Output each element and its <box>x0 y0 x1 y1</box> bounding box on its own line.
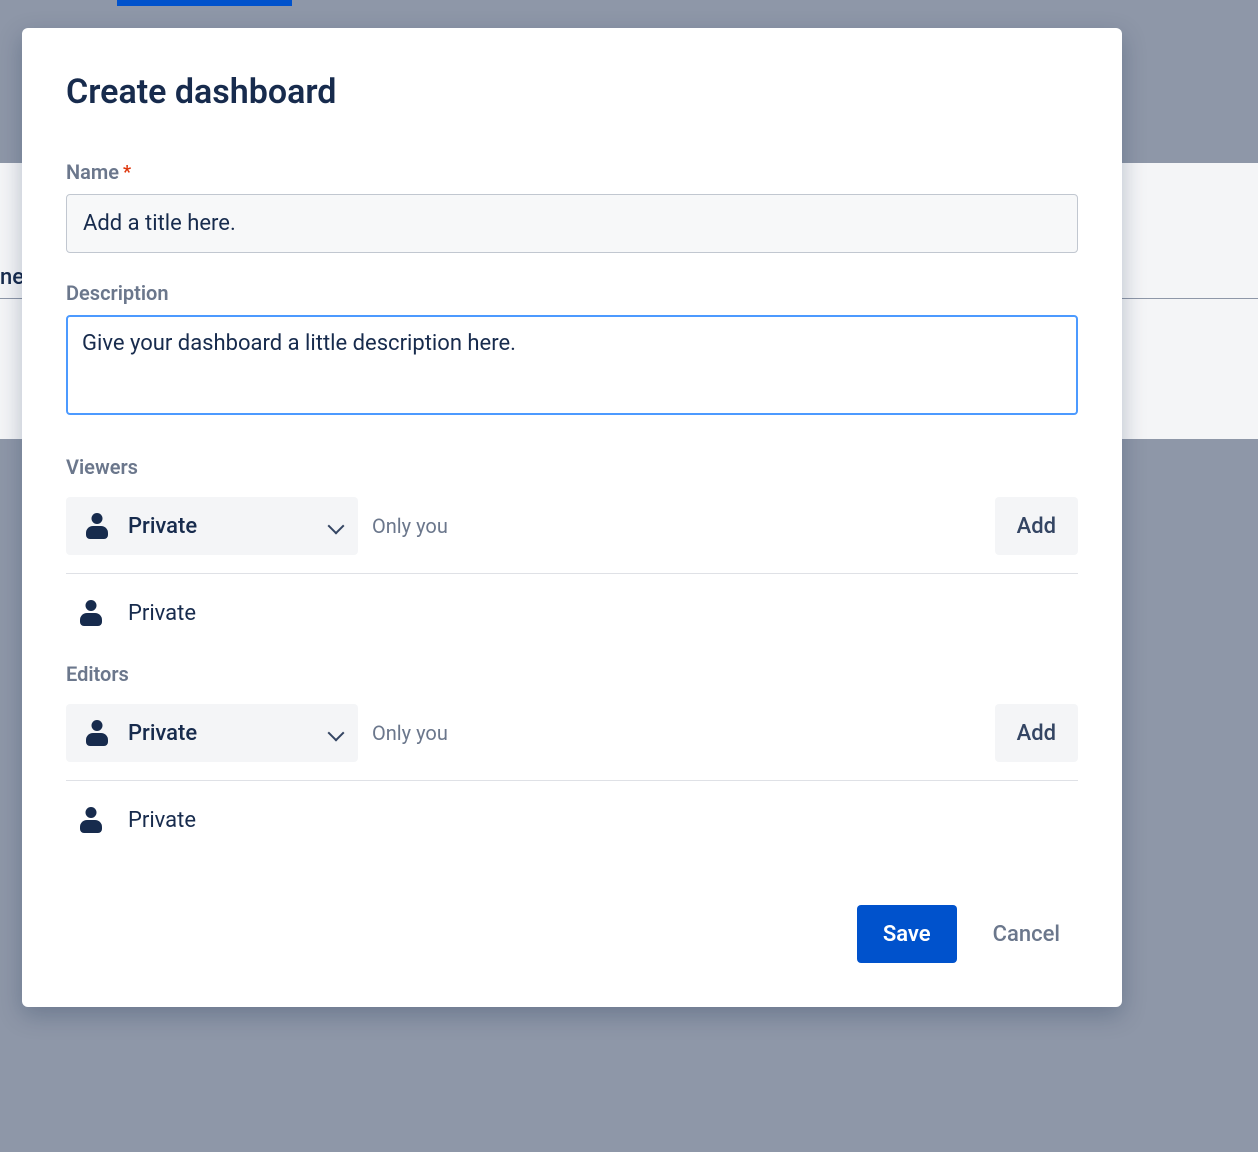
person-icon <box>86 513 108 539</box>
person-icon <box>80 807 102 833</box>
description-input[interactable]: Give your dashboard a little description… <box>66 315 1078 415</box>
name-label-text: Name <box>66 160 119 184</box>
cancel-button[interactable]: Cancel <box>975 905 1078 963</box>
editors-entry: Private <box>66 803 1078 861</box>
viewers-entry-label: Private <box>128 601 196 626</box>
viewers-dropdown-value: Private <box>128 514 197 539</box>
viewers-label: Viewers <box>66 455 1078 479</box>
editors-label: Editors <box>66 662 1078 686</box>
modal-title: Create dashboard <box>66 72 1078 112</box>
viewers-hint: Only you <box>372 514 981 538</box>
viewers-row: Private Only you Add <box>66 497 1078 574</box>
chevron-down-icon <box>328 725 344 741</box>
editors-row: Private Only you Add <box>66 704 1078 781</box>
save-button[interactable]: Save <box>857 905 957 963</box>
editors-hint: Only you <box>372 721 981 745</box>
chevron-down-icon <box>328 518 344 534</box>
editors-dropdown-value: Private <box>128 721 197 746</box>
editors-entry-label: Private <box>128 808 196 833</box>
description-label-text: Description <box>66 281 169 305</box>
required-indicator: * <box>123 162 131 183</box>
viewers-add-button[interactable]: Add <box>995 497 1078 555</box>
editors-add-button[interactable]: Add <box>995 704 1078 762</box>
backdrop-text-fragment: ne <box>0 265 24 290</box>
description-label: Description <box>66 281 1078 305</box>
name-label: Name * <box>66 160 1078 184</box>
name-input[interactable] <box>66 194 1078 253</box>
viewers-entry: Private <box>66 596 1078 654</box>
create-dashboard-modal: Create dashboard Name * Description Give… <box>22 28 1122 1007</box>
person-icon <box>86 720 108 746</box>
backdrop-tab-indicator <box>117 0 292 6</box>
person-icon <box>80 600 102 626</box>
modal-actions: Save Cancel <box>66 905 1078 963</box>
viewers-dropdown[interactable]: Private <box>66 497 358 555</box>
editors-dropdown[interactable]: Private <box>66 704 358 762</box>
